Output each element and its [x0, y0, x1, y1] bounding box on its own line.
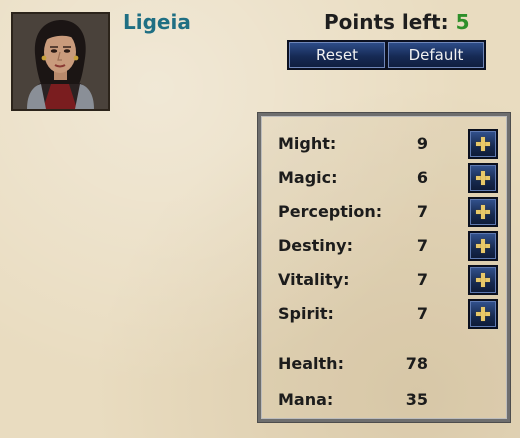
- stat-row-might: Might: 9: [278, 128, 508, 162]
- stat-row-destiny: Destiny: 7: [278, 230, 508, 264]
- stat-value: 7: [416, 270, 428, 289]
- stat-value: 7: [416, 202, 428, 221]
- reset-button[interactable]: Reset: [287, 40, 387, 70]
- stat-value: 6: [416, 168, 428, 187]
- stat-row-perception: Perception: 7: [278, 196, 508, 230]
- stat-row-magic: Magic: 6: [278, 162, 508, 196]
- default-button[interactable]: Default: [386, 40, 486, 70]
- attributes-panel: Might: 9 Magic: 6 Perception: 7 Destiny:…: [258, 113, 510, 422]
- derived-value: 78: [405, 354, 428, 373]
- increase-perception-button[interactable]: [468, 197, 498, 227]
- stat-value: 9: [416, 134, 428, 153]
- points-left-label: Points left:: [324, 10, 449, 34]
- derived-value: 35: [405, 390, 428, 409]
- hero-portrait: [11, 12, 110, 111]
- stat-label: Vitality:: [278, 270, 350, 289]
- points-left: Points left: 5: [324, 10, 470, 34]
- stat-value: 7: [416, 304, 428, 323]
- stat-label: Destiny:: [278, 236, 354, 255]
- increase-destiny-button[interactable]: [468, 231, 498, 261]
- hero-name: Ligeia: [123, 10, 191, 34]
- derived-label: Health:: [278, 354, 344, 373]
- stat-label: Spirit:: [278, 304, 334, 323]
- stat-label: Perception:: [278, 202, 383, 221]
- points-left-value: 5: [455, 10, 470, 34]
- increase-vitality-button[interactable]: [468, 265, 498, 295]
- increase-spirit-button[interactable]: [468, 299, 498, 329]
- derived-row-health: Health: 78: [278, 348, 508, 382]
- stat-label: Might:: [278, 134, 337, 153]
- stat-value: 7: [416, 236, 428, 255]
- stat-row-spirit: Spirit: 7: [278, 298, 508, 332]
- stat-row-vitality: Vitality: 7: [278, 264, 508, 298]
- derived-label: Mana:: [278, 390, 334, 409]
- stat-label: Magic:: [278, 168, 338, 187]
- derived-row-mana: Mana: 35: [278, 384, 508, 418]
- increase-magic-button[interactable]: [468, 163, 498, 193]
- portrait-image: [13, 14, 108, 109]
- increase-might-button[interactable]: [468, 129, 498, 159]
